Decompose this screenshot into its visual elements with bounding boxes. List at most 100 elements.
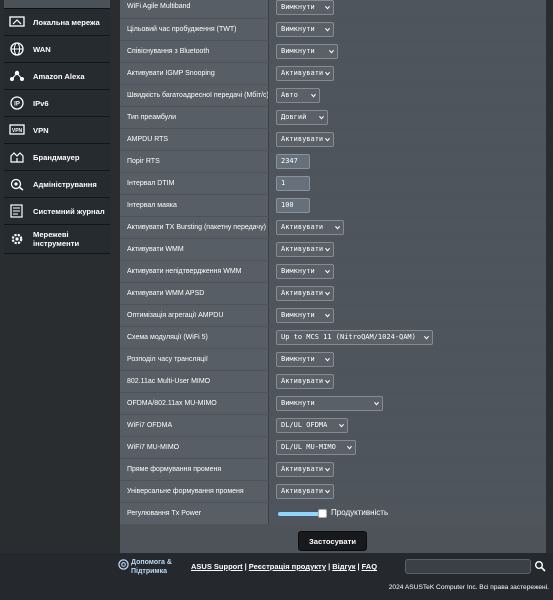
sidebar-item-ipv6[interactable]: IP IPv6: [4, 90, 110, 117]
setting-select[interactable]: DL/UL OFDMA: [276, 418, 348, 433]
setting-select[interactable]: Вимкнути: [276, 352, 334, 367]
settings-row: WiFi7 OFDMA DL/UL OFDMA: [120, 415, 546, 436]
setting-label: Активувати WMM APSD: [127, 290, 205, 297]
setting-select[interactable]: Активувати: [276, 484, 334, 499]
sidebar-item-label: Мережеві інструменти: [33, 230, 80, 248]
setting-label: Цільовий час пробудження (TWT): [127, 26, 237, 33]
vpn-icon: VPN: [8, 122, 26, 138]
settings-row: Активувати WMM APSD Активувати: [120, 283, 546, 304]
sidebar-item-syslog[interactable]: Системний журнал: [4, 198, 110, 225]
setting-label: OFDMA/802.11ax MU-MIMO: [127, 400, 217, 407]
ipv6-icon: IP: [8, 95, 26, 111]
setting-select[interactable]: Up to MCS 11 (NitroQAM/1024-QAM): [276, 330, 433, 345]
help-line-1: Допомога &: [131, 559, 172, 566]
setting-select[interactable]: Вимкнути: [276, 22, 334, 37]
setting-select[interactable]: Активувати: [276, 66, 334, 81]
setting-label: Швидкість багатоадресної передачі (Мбіт/…: [127, 92, 269, 99]
settings-row: Оптимізація агрегації AMPDU Вимкнути: [120, 305, 546, 326]
setting-value: Активувати: [281, 135, 324, 143]
apply-button[interactable]: Застосувати: [298, 531, 367, 551]
setting-value: Вимкнути: [281, 355, 315, 363]
setting-value: Вимкнути: [281, 267, 315, 275]
sidebar-item-label: WAN: [33, 44, 51, 54]
chevron-down-icon: [325, 313, 330, 318]
alexa-icon: [8, 68, 26, 84]
setting-select[interactable]: Активувати: [276, 374, 334, 389]
sidebar-item-label: Адміністрування: [33, 179, 97, 189]
setting-value: Up to MCS 11 (NitroQAM/1024-QAM): [281, 333, 416, 341]
setting-select[interactable]: Вимкнути: [276, 44, 338, 59]
setting-value: 2347: [281, 157, 298, 165]
setting-value-cell: [269, 173, 546, 194]
setting-label: Активувати TX Bursting (пакетну передачу…: [127, 224, 266, 231]
setting-label: Активувати WMM: [127, 246, 184, 253]
settings-row: Активувати TX Bursting (пакетну передачу…: [120, 217, 546, 238]
syslog-icon: [8, 203, 26, 219]
search-icon[interactable]: [534, 560, 546, 572]
footer-search-input[interactable]: [405, 559, 531, 574]
setting-select[interactable]: Активувати: [276, 242, 334, 257]
sidebar-item-admin[interactable]: Адміністрування: [4, 171, 110, 198]
chevron-down-icon: [325, 291, 330, 296]
sidebar-item-home-network[interactable]: Локальна мережа: [4, 9, 110, 36]
setting-label: Оптимізація агрегації AMPDU: [127, 312, 224, 319]
setting-select[interactable]: Активувати: [276, 462, 334, 477]
setting-label: WiFi Agile Multiband: [127, 3, 191, 10]
setting-value: Вимкнути: [281, 399, 315, 407]
chevron-down-icon: [325, 269, 330, 274]
copyright-text: 2024 ASUSTeK Computer Inc. Всі права зас…: [388, 584, 549, 591]
setting-select[interactable]: Активувати: [276, 286, 334, 301]
sidebar-item-firewall[interactable]: Брандмауер: [4, 144, 110, 171]
setting-value: Активувати: [281, 69, 324, 77]
feedback-link[interactable]: Відгук: [332, 562, 355, 571]
setting-select[interactable]: Вимкнути: [276, 264, 334, 279]
setting-value: Активувати: [281, 245, 324, 253]
faq-link[interactable]: FAQ: [362, 562, 377, 571]
settings-row: Тип преамбули Довгий: [120, 107, 546, 128]
setting-select[interactable]: DL/UL MU-MIMO: [276, 440, 356, 455]
sidebar-item-alexa[interactable]: Amazon Alexa: [4, 63, 110, 90]
setting-input[interactable]: 100: [276, 198, 310, 213]
setting-select[interactable]: Активувати: [276, 132, 334, 147]
settings-row: Активувати непідтвердження WMM Вимкнути: [120, 261, 546, 282]
setting-label: AMPDU RTS: [127, 136, 169, 143]
settings-row: AMPDU RTS Активувати: [120, 129, 546, 150]
setting-value: Вимкнути: [281, 311, 315, 319]
setting-select[interactable]: Авто: [276, 88, 320, 103]
setting-label: WiFi7 MU-MIMO: [127, 444, 180, 451]
chevron-down-icon: [424, 335, 429, 340]
setting-select[interactable]: Вимкнути: [276, 396, 383, 411]
chevron-down-icon: [325, 5, 330, 10]
sidebar-item-vpn[interactable]: VPN VPN: [4, 117, 110, 144]
setting-select[interactable]: Вимкнути: [276, 0, 334, 15]
setting-value: Довгий: [281, 113, 307, 121]
product-registration-link[interactable]: Реєстрація продукту: [249, 562, 326, 571]
sidebar-item-label: IPv6: [33, 98, 49, 108]
settings-row: WiFi7 MU-MIMO DL/UL MU-MIMO: [120, 437, 546, 458]
setting-input[interactable]: 1: [276, 176, 310, 191]
setting-value: Активувати: [281, 465, 324, 473]
sidebar-item-general[interactable]: [4, 0, 110, 9]
help-support-link[interactable]: Допомога & Підтримка: [131, 558, 172, 576]
setting-input[interactable]: 2347: [276, 154, 310, 169]
sidebar-item-label: VPN: [33, 125, 49, 135]
setting-value: Вимкнути: [281, 25, 315, 33]
sidebar-item-network-tools[interactable]: Мережеві інструменти: [4, 225, 110, 254]
chevron-down-icon: [374, 401, 379, 406]
setting-label: 802.11ac Multi-User MIMO: [127, 378, 211, 385]
setting-value: DL/UL MU-MIMO: [281, 443, 336, 451]
setting-label: Інтервал DTIM: [127, 180, 175, 187]
settings-row: WiFi Agile Multiband Вимкнути: [120, 0, 546, 18]
setting-select[interactable]: Довгий: [276, 110, 328, 125]
svg-text:IP: IP: [14, 102, 20, 108]
asus-support-link[interactable]: ASUS Support: [191, 562, 243, 571]
settings-row: Поріг RTS 2347: [120, 151, 546, 172]
setting-value: Активувати: [281, 377, 324, 385]
settings-row: Співіснування з Bluetooth Вимкнути: [120, 41, 546, 62]
setting-select[interactable]: Активувати: [276, 220, 344, 235]
setting-label: Інтервал маяка: [127, 202, 177, 209]
settings-row: Універсальне формування променя Активуват…: [120, 481, 546, 502]
sidebar-item-globe[interactable]: WAN: [4, 36, 110, 63]
setting-select[interactable]: Вимкнути: [276, 308, 334, 323]
tx-power-slider-handle[interactable]: [318, 509, 327, 518]
